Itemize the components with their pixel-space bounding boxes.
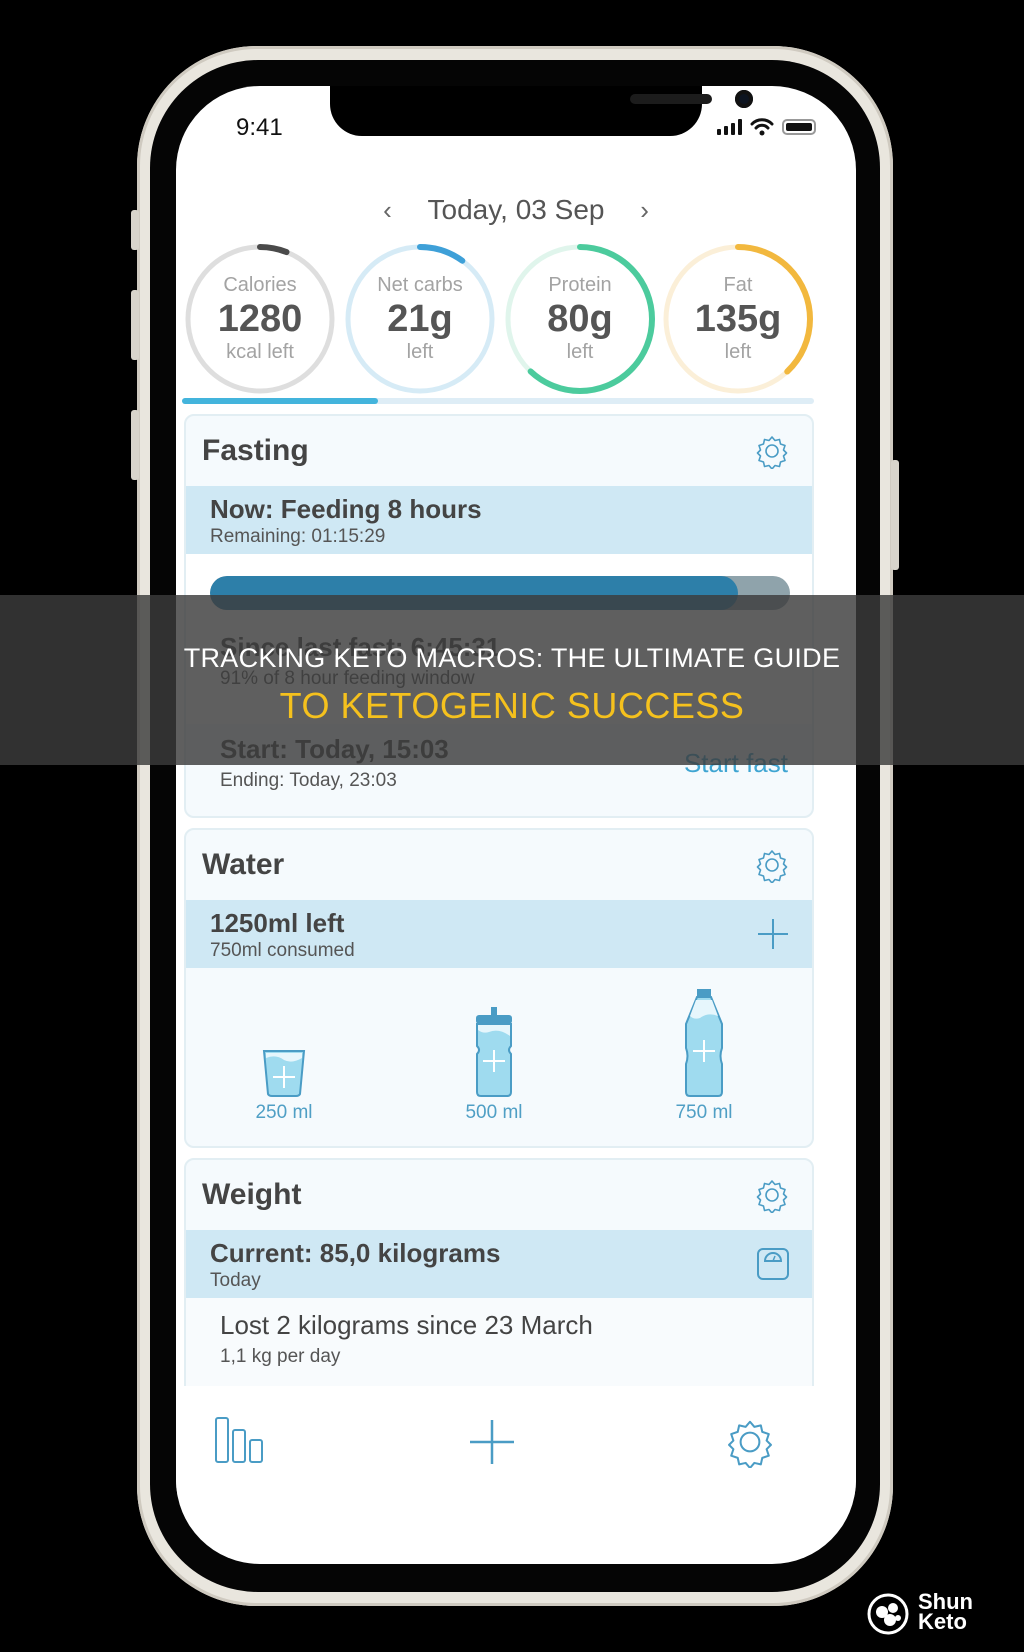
weight-settings-gear-icon[interactable] xyxy=(754,1177,790,1213)
fasting-header: Fasting xyxy=(186,416,812,486)
weight-header: Weight xyxy=(186,1160,812,1230)
macro-sub: kcal left xyxy=(226,341,294,363)
title-overlay-banner: TRACKING KETO MACROS: THE ULTIMATE GUIDE… xyxy=(0,595,1024,765)
weight-current-date: Today xyxy=(210,1270,261,1291)
drink-label: 250 ml xyxy=(255,1102,313,1123)
water-settings-gear-icon[interactable] xyxy=(754,847,790,883)
macro-rings: Calories 1280 kcal left Net carbs 21g le… xyxy=(182,241,856,401)
weight-status-band: Current: 85,0 kilograms Today xyxy=(186,1230,812,1298)
phone-volume-down xyxy=(131,410,139,480)
status-icons xyxy=(717,118,816,136)
sport-bottle-icon xyxy=(476,1007,512,1097)
macro-pager-indicator xyxy=(182,398,378,404)
battery-icon xyxy=(782,119,816,135)
water-header: Water xyxy=(186,830,812,900)
weight-card: Weight Current: 85,0 kilograms Today Los… xyxy=(184,1158,814,1398)
phone-volume-up xyxy=(131,290,139,360)
add-500ml-button[interactable]: 500 ml xyxy=(434,1006,554,1124)
water-consumed-label: 750ml consumed xyxy=(210,940,355,961)
fasting-ending-label: Ending: Today, 23:03 xyxy=(220,770,397,791)
weight-current-label: Current: 85,0 kilograms xyxy=(210,1238,501,1268)
macro-ring-net-carbs[interactable]: Net carbs 21g left xyxy=(342,241,498,397)
drink-label: 750 ml xyxy=(675,1102,733,1123)
macro-ring-protein[interactable]: Protein 80g left xyxy=(502,241,658,397)
shunketo-logo-icon xyxy=(867,1593,909,1635)
water-status-band: 1250ml left 750ml consumed xyxy=(186,900,812,968)
add-750ml-button[interactable]: 750 ml xyxy=(644,988,764,1124)
next-day-button[interactable]: › xyxy=(640,195,649,225)
water-left-label: 1250ml left xyxy=(210,908,345,938)
add-water-plus-icon[interactable] xyxy=(756,917,790,951)
macro-ring-fat[interactable]: Fat 135g left xyxy=(660,241,816,397)
macro-label: Fat xyxy=(723,274,753,296)
shunketo-watermark: Shun Keto xyxy=(864,1588,973,1636)
macro-label: Calories xyxy=(223,274,297,296)
fasting-remaining: Remaining: 01:15:29 xyxy=(210,526,386,547)
macro-sub: left xyxy=(724,341,752,363)
notch xyxy=(330,86,753,136)
add-250ml-button[interactable]: 250 ml xyxy=(224,1048,344,1124)
overlay-title-line-2: TO KETOGENIC SUCCESS xyxy=(279,685,745,726)
fasting-now-label: Now: Feeding 8 hours xyxy=(210,494,482,524)
water-bottle-icon xyxy=(685,989,723,1097)
macro-sub: left xyxy=(406,341,434,363)
macro-value: 135g xyxy=(694,298,782,340)
macro-label: Protein xyxy=(548,274,612,296)
weight-title: Weight xyxy=(202,1178,302,1211)
fasting-title: Fasting xyxy=(202,434,309,467)
date-label: Today, 03 Sep xyxy=(427,194,605,225)
weight-lost-label: Lost 2 kilograms since 23 March xyxy=(220,1310,593,1340)
signal-icon xyxy=(717,119,742,135)
glass-icon xyxy=(262,1050,306,1097)
drink-label: 500 ml xyxy=(465,1102,523,1123)
overlay-title-line-1: TRACKING KETO MACROS: THE ULTIMATE GUIDE xyxy=(183,643,841,673)
phone-power-button xyxy=(891,460,899,570)
macro-ring-calories[interactable]: Calories 1280 kcal left xyxy=(182,241,338,397)
macro-sub: left xyxy=(566,341,594,363)
phone-screen: 9:41 ‹ Today, 03 Sep › Calories 1280 kca… xyxy=(176,86,856,1564)
add-icon[interactable] xyxy=(468,1418,516,1466)
scale-icon[interactable] xyxy=(756,1247,790,1281)
macro-value: 21g xyxy=(387,298,453,340)
macro-value: 80g xyxy=(547,298,613,340)
phone-silent-switch xyxy=(131,210,139,250)
watermark-line-2: Keto xyxy=(918,1609,967,1634)
stats-icon[interactable] xyxy=(214,1416,266,1464)
macro-value: 1280 xyxy=(217,298,303,340)
macro-pager[interactable] xyxy=(182,398,814,404)
wifi-icon xyxy=(750,118,774,136)
macro-label: Net carbs xyxy=(377,274,463,296)
date-navigator: ‹ Today, 03 Sep › xyxy=(176,194,856,226)
previous-day-button[interactable]: ‹ xyxy=(383,195,392,225)
weight-progress-row: Lost 2 kilograms since 23 March 1,1 kg p… xyxy=(186,1298,812,1394)
fasting-settings-gear-icon[interactable] xyxy=(754,433,790,469)
water-card: Water 1250ml left 750ml consumed 250 ml … xyxy=(184,828,814,1148)
water-quick-add: 250 ml 500 ml 750 ml xyxy=(186,968,812,1146)
fasting-status-band: Now: Feeding 8 hours Remaining: 01:15:29 xyxy=(186,486,812,554)
weight-rate-label: 1,1 kg per day xyxy=(220,1346,341,1367)
status-time: 9:41 xyxy=(236,114,283,141)
camera xyxy=(735,90,753,108)
water-title: Water xyxy=(202,848,285,881)
bottom-tab-bar xyxy=(176,1386,856,1496)
speaker xyxy=(630,94,712,104)
settings-icon[interactable] xyxy=(724,1416,776,1468)
